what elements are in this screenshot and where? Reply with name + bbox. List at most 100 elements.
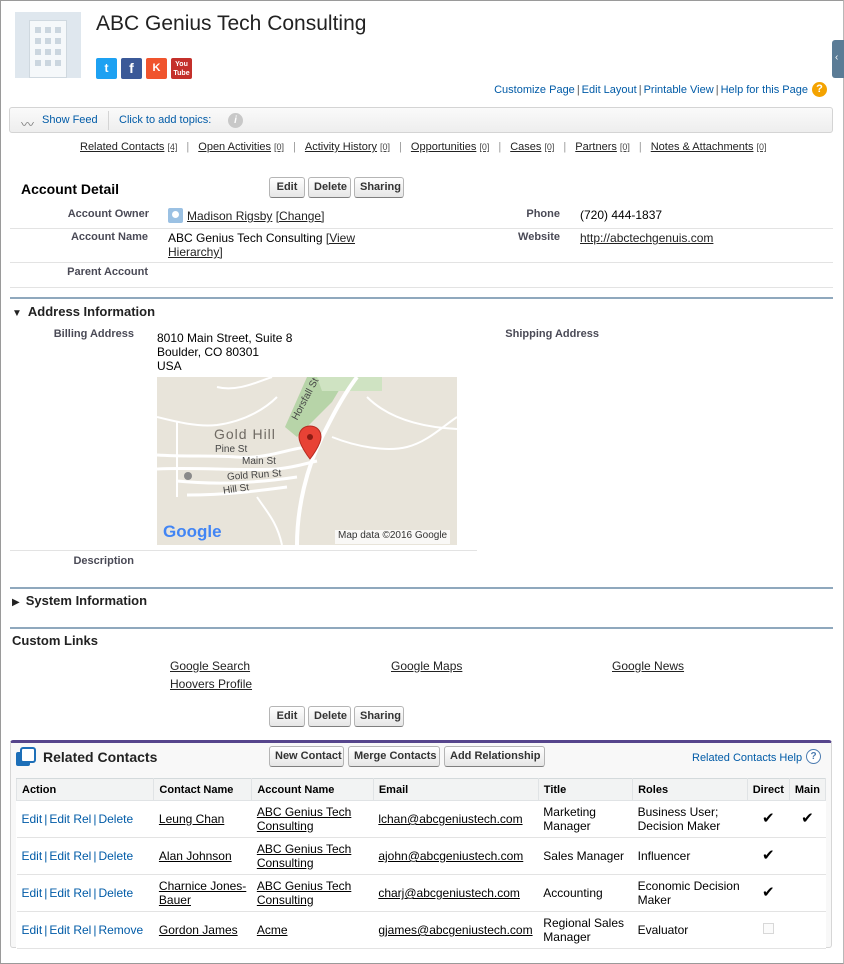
add-relationship-button[interactable]: Add Relationship [444, 746, 545, 767]
show-feed-link[interactable]: Show Feed [42, 114, 98, 126]
delete-button[interactable]: Delete [308, 177, 351, 198]
rl-link-partners[interactable]: Partners [575, 141, 617, 153]
contact-name-link[interactable]: Charnice Jones-Bauer [159, 879, 246, 907]
parent-account-label: Parent Account [67, 266, 148, 278]
edit-rel-link[interactable]: Edit Rel [49, 923, 91, 937]
change-owner-link[interactable]: [Change] [276, 209, 325, 223]
help-icon[interactable]: ? [812, 82, 827, 97]
edit-layout-link[interactable]: Edit Layout [582, 84, 637, 96]
view-hierarchy-link[interactable]: [View [326, 231, 355, 245]
edit-link[interactable]: Edit [22, 812, 43, 826]
delete-link[interactable]: Delete [98, 886, 133, 900]
website-link[interactable]: http://abctechgenuis.com [580, 231, 713, 245]
main-check-icon: ✔ [789, 800, 826, 838]
sharing-button-bottom[interactable]: Sharing [354, 706, 404, 727]
email-link[interactable]: lchan@abcgeniustech.com [378, 812, 522, 826]
col-contact-name[interactable]: Contact Name [153, 778, 253, 801]
custom-link-google-search[interactable]: Google Search [170, 659, 250, 673]
owner-link[interactable]: Madison Rigsby [187, 209, 272, 223]
edit-link[interactable]: Edit [22, 849, 43, 863]
help-icon[interactable]: ? [806, 749, 821, 764]
view-hierarchy-link[interactable]: Hierarchy] [168, 245, 223, 259]
related-contacts-help-link[interactable]: Related Contacts Help [692, 752, 802, 764]
feed-bar: 〰 Show Feed Click to add topics: i [9, 107, 833, 133]
youtube-icon[interactable]: You Tube [171, 58, 192, 79]
sidebar-toggle[interactable]: ‹ [832, 40, 844, 78]
rl-link-opportunities[interactable]: Opportunities [411, 141, 476, 153]
col-direct[interactable]: Direct [746, 778, 790, 801]
rl-link-open-activities[interactable]: Open Activities [198, 141, 271, 153]
custom-link-google-maps[interactable]: Google Maps [391, 659, 462, 673]
account-name-value: ABC Genius Tech Consulting [View Hierarch… [168, 231, 388, 259]
delete-button-bottom[interactable]: Delete [308, 706, 351, 727]
info-icon[interactable]: i [228, 113, 243, 128]
col-account-name[interactable]: Account Name [251, 778, 374, 801]
delete-link[interactable]: Delete [98, 812, 133, 826]
facebook-icon[interactable]: f [121, 58, 142, 79]
address-section-title: Address Information [27, 304, 156, 319]
rl-count: [0] [479, 142, 490, 152]
delete-link[interactable]: Delete [98, 849, 133, 863]
custom-link-hoovers-profile[interactable]: Hoovers Profile [170, 677, 252, 691]
edit-link[interactable]: Edit [22, 886, 43, 900]
sharing-button[interactable]: Sharing [354, 177, 404, 198]
map-attribution: Map data ©2016 Google [335, 530, 451, 544]
table-row: Edit | Edit Rel | Delete Leung Chan ABC Geni… [16, 800, 826, 838]
account-name-link[interactable]: ABC Genius Tech Consulting [257, 842, 352, 870]
contact-name-link[interactable]: Gordon James [159, 923, 238, 937]
edit-link[interactable]: Edit [22, 923, 43, 937]
custom-link-google-news[interactable]: Google News [612, 659, 684, 673]
shipping-address-label: Shipping Address [505, 328, 599, 340]
email-link[interactable]: gjames@abcgeniustech.com [378, 923, 532, 937]
contact-title: Accounting [538, 874, 633, 912]
printable-view-link[interactable]: Printable View [644, 84, 714, 96]
edit-rel-link[interactable]: Edit Rel [49, 812, 91, 826]
col-main[interactable]: Main [788, 778, 827, 801]
edit-rel-link[interactable]: Edit Rel [49, 886, 91, 900]
owner-label: Account Owner [67, 208, 149, 220]
edit-rel-link[interactable]: Edit Rel [49, 849, 91, 863]
rl-count: [0] [274, 142, 285, 152]
email-link[interactable]: charj@abcgeniustech.com [378, 886, 520, 900]
email-link[interactable]: ajohn@abcgeniustech.com [378, 849, 523, 863]
custom-links-title: Custom Links [12, 633, 98, 648]
account-name-link[interactable]: ABC Genius Tech Consulting [257, 879, 352, 907]
twitter-icon[interactable]: t [96, 58, 117, 79]
klout-icon[interactable]: K [146, 58, 167, 79]
rl-link-related-contacts[interactable]: Related Contacts [80, 141, 164, 153]
main-cell [789, 874, 826, 912]
rl-count: [4] [167, 142, 178, 152]
help-page-link[interactable]: Help for this Page [721, 84, 808, 96]
edit-button[interactable]: Edit [269, 177, 305, 198]
rl-link-cases[interactable]: Cases [510, 141, 541, 153]
account-name-link[interactable]: Acme [257, 923, 288, 937]
system-info-section-toggle[interactable]: ▶ System Information [12, 593, 147, 608]
user-avatar-icon [168, 208, 183, 223]
related-list-links: Related Contacts [4] | Open Activities [0] | A… [80, 141, 767, 153]
merge-contacts-button[interactable]: Merge Contacts [348, 746, 440, 767]
contact-name-link[interactable]: Leung Chan [159, 812, 224, 826]
map-area-label: Gold Hill [214, 426, 276, 442]
customize-page-link[interactable]: Customize Page [494, 84, 575, 96]
phone-value: (720) 444-1837 [580, 208, 663, 222]
direct-check-icon: ✔ [747, 874, 790, 912]
phone-label: Phone [526, 208, 560, 220]
contact-name-link[interactable]: Alan Johnson [159, 849, 232, 863]
new-contact-button[interactable]: New Contact [269, 746, 344, 767]
direct-cell [747, 911, 790, 949]
billing-map[interactable]: Gold Hill Pine St Main St Gold Run St Hi… [157, 377, 457, 545]
add-topics-link[interactable]: Click to add topics: [119, 114, 211, 126]
remove-link[interactable]: Remove [98, 923, 143, 937]
main-cell [789, 837, 826, 875]
address-section-toggle[interactable]: ▼ Address Information [12, 304, 155, 319]
google-logo: Google [163, 522, 222, 541]
col-email[interactable]: Email [372, 778, 539, 801]
rl-link-activity-history[interactable]: Activity History [305, 141, 377, 153]
account-name-link[interactable]: ABC Genius Tech Consulting [257, 805, 352, 833]
col-roles[interactable]: Roles [632, 778, 748, 801]
section-divider [10, 297, 833, 299]
rl-link-notes-attachments[interactable]: Notes & Attachments [651, 141, 754, 153]
col-title[interactable]: Title [537, 778, 634, 801]
col-action[interactable]: Action [15, 778, 155, 801]
edit-button-bottom[interactable]: Edit [269, 706, 305, 727]
